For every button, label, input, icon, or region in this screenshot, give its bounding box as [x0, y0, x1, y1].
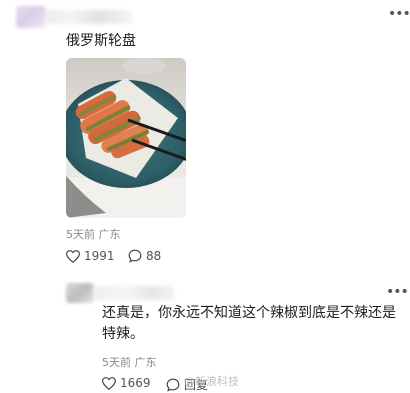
reply-author-avatar[interactable]	[66, 283, 94, 303]
post-author-avatar[interactable]	[16, 6, 46, 28]
like-count: 1669	[120, 376, 151, 390]
post-meta: 5天前 广东	[66, 228, 121, 241]
post-photo[interactable]	[66, 58, 186, 218]
post-like-button[interactable]: 1991	[66, 249, 115, 263]
reply-meta: 5天前 广东	[102, 356, 157, 369]
comment-count: 88	[146, 249, 162, 263]
heart-icon	[102, 376, 116, 390]
reply-text: 还真是，你永远不知道这个辣椒到底是不辣还是特辣。	[102, 305, 396, 342]
comment-bubble-icon	[166, 378, 180, 392]
more-options-icon[interactable]: •••	[386, 283, 409, 301]
post-text: 俄罗斯轮盘	[66, 33, 136, 49]
more-options-icon[interactable]: •••	[388, 5, 410, 23]
reply-author-name[interactable]	[94, 286, 174, 300]
heart-icon	[66, 249, 80, 263]
post-author-name[interactable]	[46, 10, 132, 24]
reply-like-button[interactable]: 1669	[102, 376, 151, 390]
food-photo-icon	[66, 58, 186, 218]
comment-bubble-icon	[128, 249, 142, 263]
watermark: @新浪科技	[184, 375, 239, 388]
post-comment-button[interactable]: 88	[128, 249, 161, 263]
like-count: 1991	[84, 249, 115, 263]
